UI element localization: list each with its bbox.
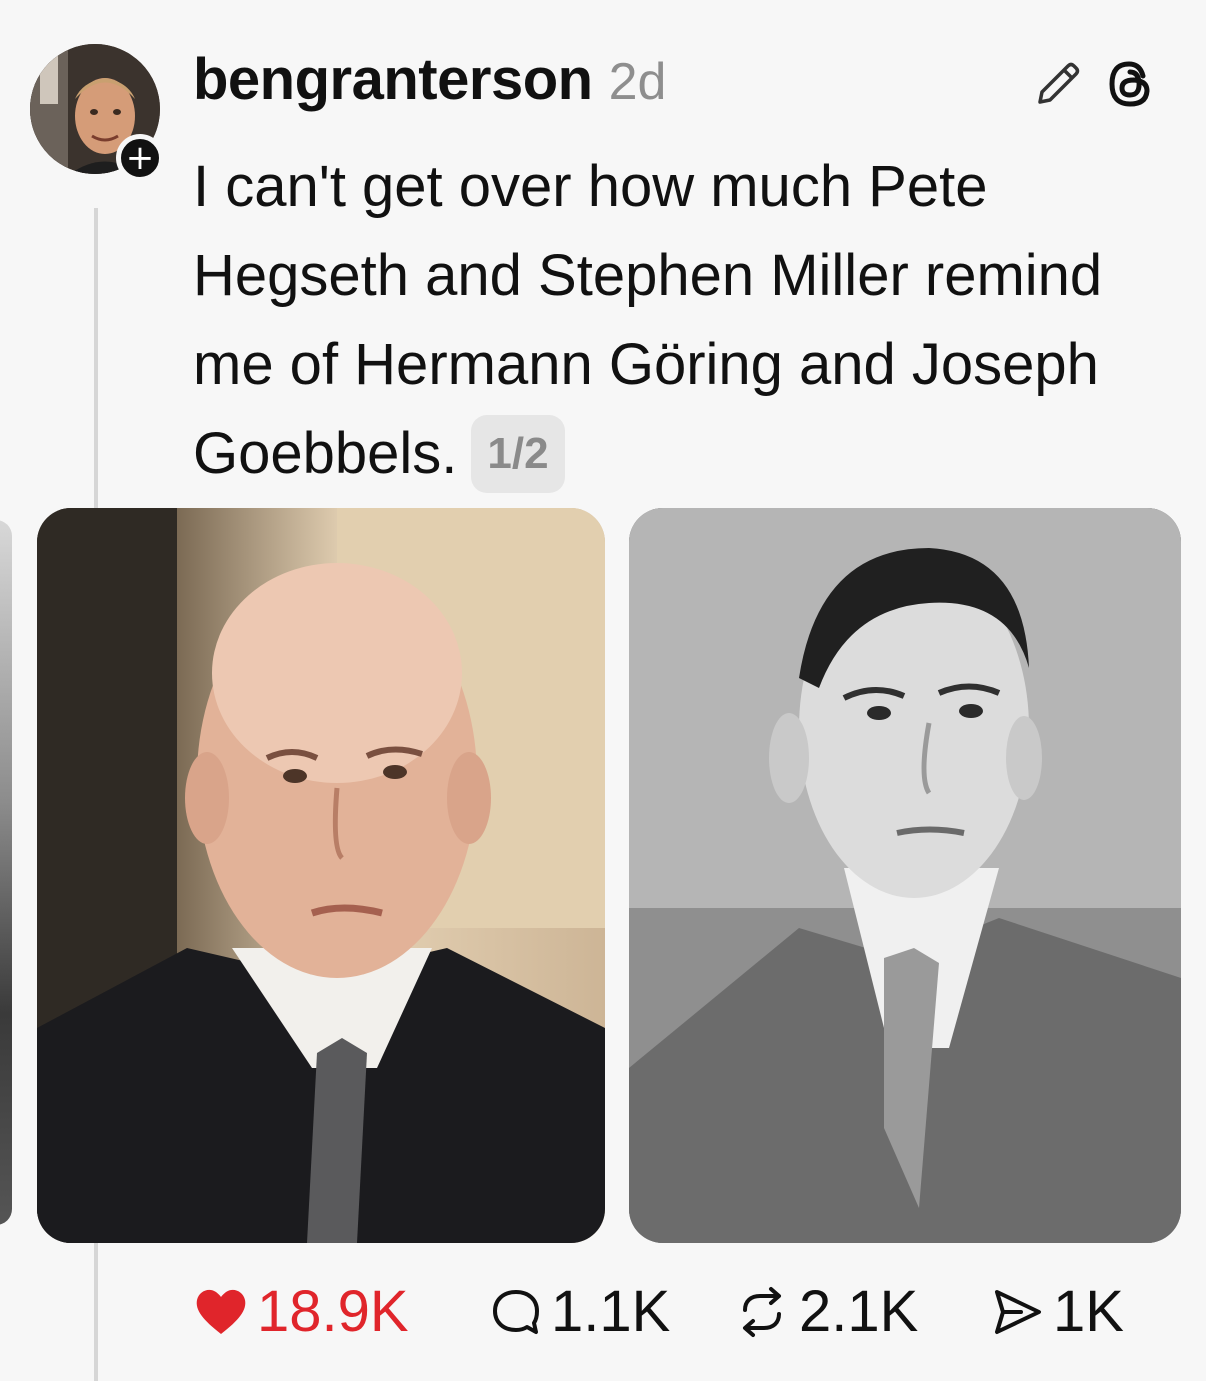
previous-media-peek[interactable] (0, 520, 12, 1225)
repost-button[interactable]: 2.1K (733, 1278, 918, 1345)
username[interactable]: bengranterson (193, 46, 593, 113)
follow-plus-icon[interactable]: + (116, 134, 164, 182)
send-icon (995, 1289, 1041, 1334)
post-image-1[interactable] (37, 508, 605, 1243)
share-button[interactable]: 1K (991, 1278, 1124, 1345)
avatar-container[interactable]: + (30, 44, 164, 182)
post-header: bengranterson 2d (193, 46, 666, 113)
heart-icon (196, 1289, 246, 1334)
threads-logo-icon[interactable] (1100, 54, 1160, 114)
timestamp: 2d (608, 53, 667, 111)
post-text: I can't get over how much Pete Hegseth a… (193, 154, 1103, 486)
share-count: 1K (1053, 1279, 1124, 1344)
repost-count: 2.1K (799, 1279, 919, 1344)
reply-button[interactable]: 1.1K (489, 1278, 670, 1345)
reply-count: 1.1K (551, 1279, 671, 1344)
repost-icon (743, 1286, 781, 1337)
comment-icon (493, 1289, 539, 1334)
post-body: I can't get over how much Pete Hegseth a… (193, 142, 1173, 498)
pencil-icon[interactable] (1030, 56, 1086, 112)
post-image-2[interactable] (629, 508, 1181, 1243)
thread-counter-badge: 1/2 (471, 414, 565, 493)
like-button[interactable]: 18.9K (193, 1278, 409, 1345)
like-count: 18.9K (257, 1279, 409, 1344)
thread-post: + bengranterson 2d I can't get over how … (0, 0, 1206, 1381)
